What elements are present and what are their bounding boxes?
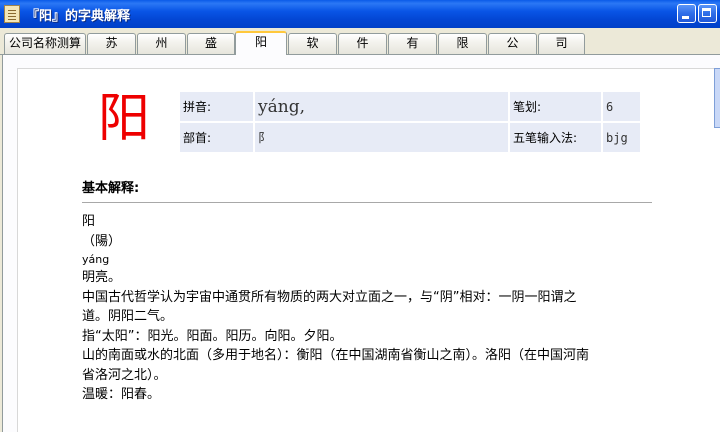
section-divider	[82, 202, 652, 203]
tab-ruan[interactable]: 软	[288, 33, 337, 54]
character-info-table: 拼音: yáng, 笔划: 6 部首: 阝 五笔输入法: bjg	[178, 90, 642, 154]
wubi-label: 五笔输入法:	[508, 121, 603, 154]
title-bar[interactable]: 『阳』的字典解释	[0, 0, 720, 28]
basic-definition-heading: 基本解释:	[82, 181, 140, 196]
dictionary-content: 阳 拼音: yáng, 笔划: 6 部首: 阝 五笔输入法: bjg 基本解释:	[17, 68, 720, 432]
character-display: 阳	[98, 89, 151, 149]
radical-value: 阝	[253, 121, 510, 154]
strokes-value: 6	[601, 90, 642, 123]
strokes-label: 笔划:	[508, 90, 603, 123]
scrollbar-thumb[interactable]	[714, 68, 720, 128]
dictionary-window: 『阳』的字典解释 公司名称测算 苏 州 盛 阳 软 件 有 限 公 司 阳 拼音…	[0, 0, 720, 432]
definition-line: 阳	[82, 214, 96, 229]
radical-label: 部首:	[178, 121, 255, 154]
tab-yang[interactable]: 阳	[235, 31, 287, 55]
tab-su[interactable]: 苏	[87, 33, 136, 54]
definition-line: 山的南面或水的北面（多用于地名）：衡阳（在中国湖南省衡山之南）。洛阳（在中国河南	[82, 348, 590, 363]
definition-line: yáng	[82, 253, 110, 266]
minimize-button[interactable]	[677, 4, 696, 23]
pinyin-value: yáng,	[253, 90, 510, 123]
tab-strip: 公司名称测算 苏 州 盛 阳 软 件 有 限 公 司	[0, 31, 720, 55]
definition-line: （陽）	[82, 233, 122, 249]
definition-line: 指“太阳”：阳光。阳面。阳历。向阳。夕阳。	[82, 328, 343, 344]
tab-company-name-calc[interactable]: 公司名称测算	[4, 33, 86, 54]
definition-line: 省洛河之北）。	[82, 367, 167, 383]
window-title: 『阳』的字典解释	[26, 9, 131, 24]
maximize-button[interactable]	[698, 4, 717, 23]
tab-xian[interactable]: 限	[438, 33, 487, 54]
definition-line: 温暖：阳春。	[82, 387, 161, 402]
definition-line: 中国古代哲学认为宇宙中通贯所有物质的两大对立面之一，与“阴”相对：一阴一阳谓之	[82, 289, 577, 305]
tab-you[interactable]: 有	[388, 33, 437, 54]
dictionary-book-icon	[4, 5, 20, 23]
tab-si[interactable]: 司	[538, 33, 585, 54]
tab-gong[interactable]: 公	[488, 33, 537, 54]
tab-zhou[interactable]: 州	[137, 33, 186, 54]
pinyin-label: 拼音:	[178, 90, 255, 123]
tab-jian[interactable]: 件	[338, 33, 387, 54]
definition-line: 道。阴阳二气。	[82, 309, 174, 324]
tab-sheng[interactable]: 盛	[187, 33, 235, 54]
tab-panel: 阳 拼音: yáng, 笔划: 6 部首: 阝 五笔输入法: bjg 基本解释:	[2, 55, 720, 432]
wubi-value: bjg	[601, 121, 642, 154]
definition-text: 阳 （陽） yáng 明亮。 中国古代哲学认为宇宙中通贯所有物质的两大对立面之一…	[82, 212, 652, 405]
definition-line: 明亮。	[82, 270, 122, 285]
